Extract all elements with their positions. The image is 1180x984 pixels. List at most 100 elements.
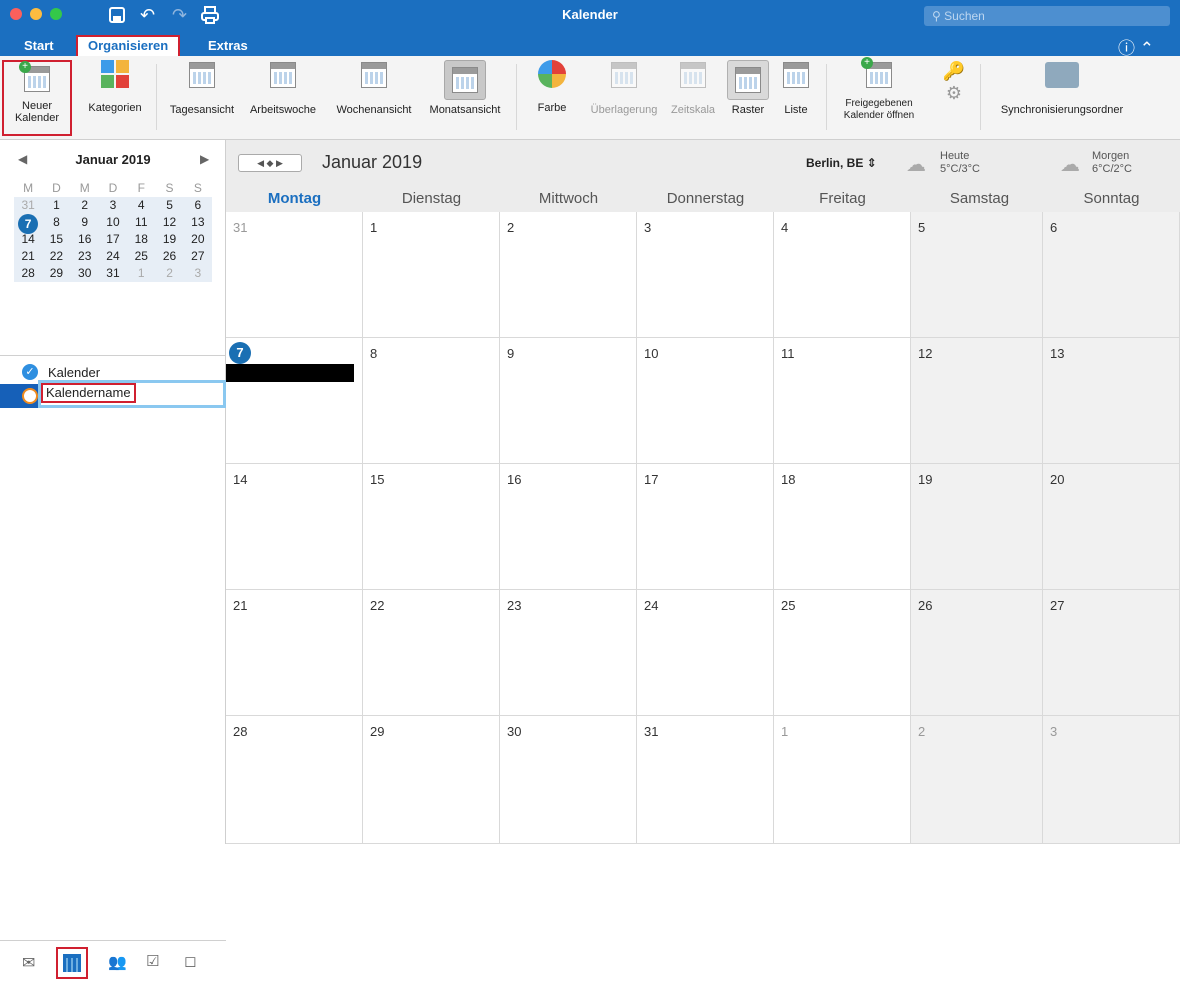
- sync-folder-button[interactable]: Synchronisierungsordner: [984, 60, 1140, 116]
- mini-day[interactable]: 23: [71, 248, 99, 265]
- mini-day[interactable]: 9: [71, 214, 99, 231]
- mini-day[interactable]: 24: [99, 248, 127, 265]
- mini-day[interactable]: 8: [42, 214, 70, 231]
- open-shared-calendar-button[interactable]: + Freigegebenen Kalender öffnen: [834, 57, 924, 122]
- mini-day[interactable]: 3: [99, 197, 127, 214]
- day-cell[interactable]: 28: [226, 716, 363, 844]
- calendar-color-circle-icon[interactable]: [22, 388, 38, 404]
- mini-day[interactable]: 15: [42, 231, 70, 248]
- people-icon[interactable]: 👥: [108, 953, 127, 971]
- mini-day[interactable]: 6: [184, 197, 212, 214]
- mini-day[interactable]: 16: [71, 231, 99, 248]
- tasks-icon[interactable]: ☑: [146, 952, 159, 970]
- mini-day[interactable]: 29: [42, 265, 70, 282]
- day-cell[interactable]: 3: [1043, 716, 1180, 844]
- location-selector[interactable]: Berlin, BE ⇕: [806, 156, 877, 170]
- mini-day[interactable]: 30: [71, 265, 99, 282]
- day-cell[interactable]: 29: [363, 716, 500, 844]
- mini-day[interactable]: 1: [42, 197, 70, 214]
- day-view-button[interactable]: Tagesansicht: [164, 60, 240, 116]
- timescale-button[interactable]: Zeitskala: [664, 60, 722, 116]
- mini-day[interactable]: 12: [155, 214, 183, 231]
- day-cell[interactable]: 2: [911, 716, 1043, 844]
- new-calendar-button[interactable]: + Neuer Kalender: [2, 60, 72, 136]
- mini-day[interactable]: 26: [155, 248, 183, 265]
- properties-icon[interactable]: ⚙: [934, 82, 974, 104]
- redacted-event-bar[interactable]: [226, 364, 354, 382]
- month-navigation-buttons[interactable]: ◀ ◆ ▶: [238, 154, 302, 172]
- day-cell[interactable]: 12: [911, 338, 1043, 464]
- day-cell[interactable]: 10: [637, 338, 774, 464]
- list-view-button[interactable]: Liste: [776, 60, 816, 116]
- day-cell[interactable]: 24: [637, 590, 774, 716]
- grid-view-button[interactable]: Raster: [724, 60, 772, 116]
- mini-day[interactable]: 5: [155, 197, 183, 214]
- day-cell[interactable]: 21: [226, 590, 363, 716]
- mini-day[interactable]: 10: [99, 214, 127, 231]
- calendar-name-input[interactable]: Kalendername: [38, 380, 226, 408]
- color-button[interactable]: Farbe: [530, 60, 574, 114]
- day-cell[interactable]: 9: [500, 338, 637, 464]
- mail-icon[interactable]: ✉: [22, 953, 35, 973]
- search-input[interactable]: ⚲ Suchen: [924, 6, 1170, 26]
- mini-day[interactable]: 27: [184, 248, 212, 265]
- mini-day-today[interactable]: 7: [14, 214, 42, 234]
- day-cell[interactable]: 2: [500, 212, 637, 338]
- work-week-button[interactable]: Arbeitswoche: [240, 60, 326, 116]
- day-cell[interactable]: 13: [1043, 338, 1180, 464]
- day-cell[interactable]: 8: [363, 338, 500, 464]
- checkmark-icon[interactable]: ✓: [22, 364, 38, 380]
- day-cell[interactable]: 1: [774, 716, 911, 844]
- categories-button[interactable]: Kategorien: [80, 60, 150, 114]
- day-cell[interactable]: 3: [637, 212, 774, 338]
- mini-day[interactable]: 17: [99, 231, 127, 248]
- mini-day[interactable]: 20: [184, 231, 212, 248]
- day-cell[interactable]: 18: [774, 464, 911, 590]
- day-cell[interactable]: 26: [911, 590, 1043, 716]
- day-cell[interactable]: 19: [911, 464, 1043, 590]
- day-cell[interactable]: 11: [774, 338, 911, 464]
- mini-day[interactable]: 21: [14, 248, 42, 265]
- day-cell[interactable]: 5: [911, 212, 1043, 338]
- day-cell[interactable]: 23: [500, 590, 637, 716]
- mini-day[interactable]: 19: [155, 231, 183, 248]
- notes-icon[interactable]: ◻: [184, 952, 196, 970]
- tab-organisieren[interactable]: Organisieren: [76, 35, 181, 56]
- mini-day[interactable]: 2: [155, 265, 183, 282]
- mini-day[interactable]: 18: [127, 231, 155, 248]
- day-cell[interactable]: 4: [774, 212, 911, 338]
- calendar-item-new[interactable]: Kalendername: [0, 380, 226, 408]
- day-cell[interactable]: 31: [226, 212, 363, 338]
- tab-start[interactable]: Start: [14, 35, 64, 56]
- mini-day[interactable]: 25: [127, 248, 155, 265]
- mini-day[interactable]: 31: [14, 197, 42, 214]
- day-cell[interactable]: 17: [637, 464, 774, 590]
- day-cell[interactable]: 14: [226, 464, 363, 590]
- day-cell[interactable]: 20: [1043, 464, 1180, 590]
- day-cell[interactable]: 31: [637, 716, 774, 844]
- day-cell[interactable]: 30: [500, 716, 637, 844]
- day-cell[interactable]: 27: [1043, 590, 1180, 716]
- mini-day[interactable]: 1: [127, 265, 155, 282]
- mini-day[interactable]: 3: [184, 265, 212, 282]
- day-cell[interactable]: 25: [774, 590, 911, 716]
- overlay-button[interactable]: Überlagerung: [584, 60, 664, 116]
- day-cell[interactable]: 15: [363, 464, 500, 590]
- mini-day[interactable]: 22: [42, 248, 70, 265]
- week-view-button[interactable]: Wochenansicht: [328, 60, 420, 116]
- day-cell[interactable]: 6: [1043, 212, 1180, 338]
- mini-day[interactable]: 14: [14, 231, 42, 248]
- mini-next-month-button[interactable]: ▶: [200, 152, 209, 166]
- mini-day[interactable]: 11: [127, 214, 155, 231]
- day-cell[interactable]: 22: [363, 590, 500, 716]
- calendar-module-button[interactable]: [56, 947, 88, 979]
- mini-day[interactable]: 2: [71, 197, 99, 214]
- tab-extras[interactable]: Extras: [198, 35, 258, 56]
- day-cell[interactable]: 7: [226, 338, 363, 464]
- month-view-button[interactable]: Monatsansicht: [422, 60, 508, 116]
- day-cell[interactable]: 1: [363, 212, 500, 338]
- day-cell[interactable]: 16: [500, 464, 637, 590]
- mini-day[interactable]: 13: [184, 214, 212, 231]
- mini-day[interactable]: 4: [127, 197, 155, 214]
- permissions-button[interactable]: 🔑 ⚙: [934, 60, 974, 104]
